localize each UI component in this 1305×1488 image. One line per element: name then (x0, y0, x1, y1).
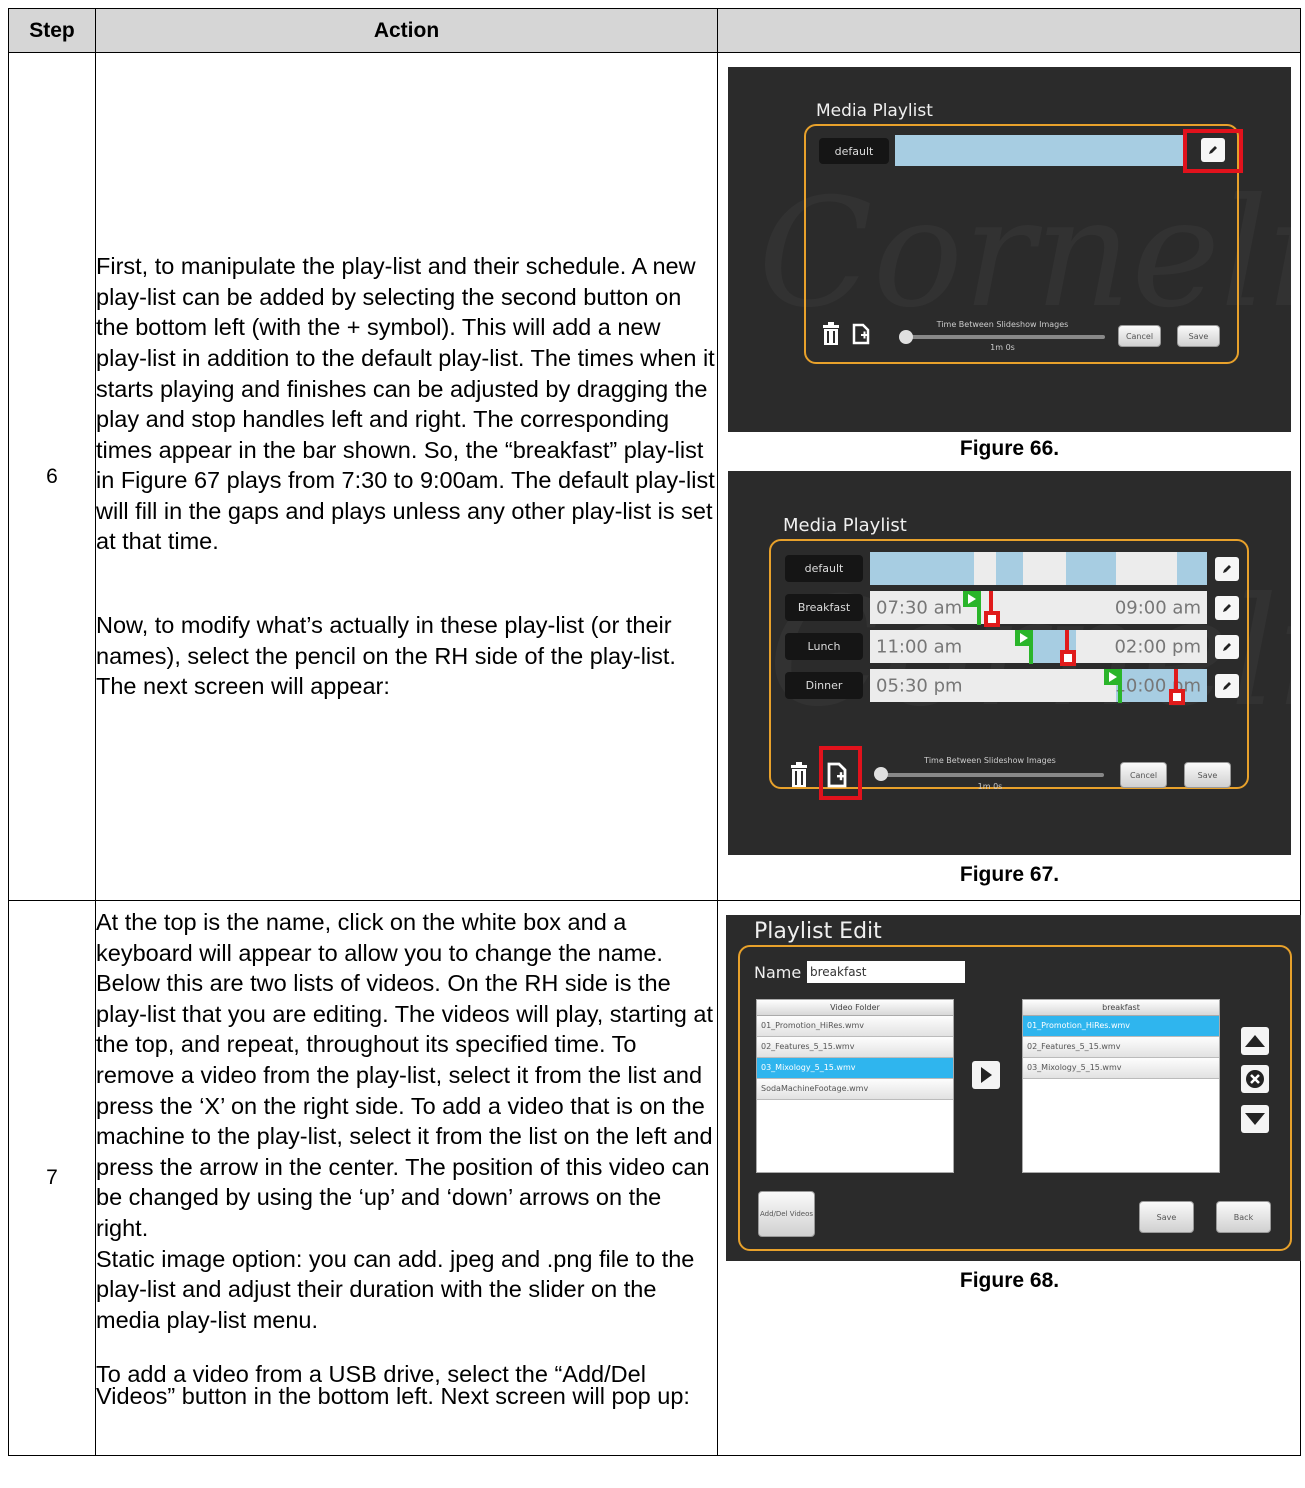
playlist-default-bar[interactable] (895, 135, 1185, 166)
video-folder-list[interactable]: Video Folder 01_Promotion_HiRes.wmv 02_F… (756, 999, 954, 1173)
playlist-default-button[interactable]: default (785, 555, 863, 582)
breakfast-stop-handle[interactable] (982, 587, 1012, 633)
trash-icon[interactable] (820, 321, 842, 347)
save-button[interactable]: Save (1139, 1201, 1194, 1233)
video-folder-header: Video Folder (757, 1000, 953, 1016)
add-to-playlist-arrow-icon[interactable] (972, 1061, 1000, 1089)
slider-value: 1m 0s (990, 343, 1015, 352)
list-item[interactable]: 03_Mixology_5_15.wmv (1023, 1058, 1219, 1079)
remove-x-icon[interactable] (1241, 1065, 1269, 1093)
new-playlist-icon[interactable] (850, 322, 872, 346)
list-item[interactable]: 01_Promotion_HiRes.wmv (757, 1016, 953, 1037)
slideshow-slider-track[interactable] (900, 335, 1105, 339)
pencil-icon[interactable] (1215, 674, 1239, 698)
name-label: Name (754, 963, 802, 982)
list-item[interactable]: SodaMachineFootage.wmv (757, 1079, 953, 1100)
playlist-dinner-bar[interactable]: 05:30 pm 10:00 pm (870, 669, 1207, 702)
playlist-dinner-button[interactable]: Dinner (785, 672, 863, 699)
playlist-breakfast-bar[interactable]: 07:30 am 09:00 am (870, 591, 1207, 624)
header-step: Step (8, 8, 96, 53)
figure-67-caption: Figure 67. (959, 863, 1060, 886)
slideshow-slider-knob[interactable] (899, 330, 913, 344)
lunch-end-time: 02:00 pm (1114, 636, 1201, 657)
add-del-videos-button[interactable]: Add/Del Videos (758, 1191, 815, 1237)
slideshow-slider-track[interactable] (876, 773, 1104, 777)
step-7-figures: Playlist Edit Name breakfast Video Folde… (717, 900, 1301, 1456)
slider-label: Time Between Slideshow Images (936, 320, 1069, 329)
list-item[interactable]: 03_Mixology_5_15.wmv (757, 1058, 953, 1079)
instruction-table: Step Action 6 First, to manipulate the p… (8, 8, 1301, 1456)
pencil-highlight-box (1183, 129, 1243, 173)
playlist-list-header: breakfast (1023, 1000, 1219, 1016)
playlist-breakfast-button[interactable]: Breakfast (785, 594, 863, 621)
playlist-edit-title: Playlist Edit (754, 919, 882, 944)
cancel-button[interactable]: Cancel (1118, 325, 1161, 347)
dinner-stop-handle[interactable] (1167, 665, 1197, 711)
playlist-lunch-button[interactable]: Lunch (785, 633, 863, 660)
media-playlist-title: Media Playlist (816, 101, 933, 121)
pencil-icon[interactable] (1215, 635, 1239, 659)
trash-icon[interactable] (788, 761, 810, 789)
name-input[interactable]: breakfast (807, 961, 965, 983)
slideshow-slider-knob[interactable] (874, 767, 888, 781)
new-playlist-highlight-box (819, 746, 862, 800)
figure-66-caption: Figure 66. (959, 437, 1060, 460)
move-down-arrow-icon[interactable] (1241, 1105, 1269, 1133)
cancel-button[interactable]: Cancel (1120, 762, 1167, 788)
lunch-stop-handle[interactable] (1058, 626, 1088, 672)
figure-68-caption: Figure 68. (959, 1269, 1060, 1292)
step-7-paragraph-1: At the top is the name, click on the whi… (96, 909, 713, 1241)
step-7-action: At the top is the name, click on the whi… (95, 900, 718, 1456)
step-6-paragraph-2: Now, to modify what’s actually in these … (96, 612, 676, 700)
breakfast-end-time: 09:00 am (1114, 597, 1201, 618)
step-7-paragraph-3: To add a video from a USB drive, select … (96, 1361, 690, 1410)
lunch-start-time: 11:00 am (876, 636, 963, 657)
save-button[interactable]: Save (1184, 762, 1231, 788)
back-button[interactable]: Back (1216, 1201, 1271, 1233)
step-6-paragraph-1: First, to manipulate the play-list and t… (96, 253, 715, 555)
pencil-icon[interactable] (1215, 557, 1239, 581)
lunch-play-handle[interactable] (1014, 626, 1044, 668)
figure-68-screenshot: Playlist Edit Name breakfast Video Folde… (726, 915, 1301, 1261)
pencil-icon[interactable] (1215, 596, 1239, 620)
media-playlist-title: Media Playlist (783, 515, 907, 536)
list-item[interactable]: 01_Promotion_HiRes.wmv (1023, 1016, 1219, 1037)
step-number: 6 (8, 52, 96, 901)
figure-66-screenshot: Cornelius Media Playlist default (728, 67, 1291, 432)
playlist-default-button[interactable]: default (819, 138, 889, 164)
slider-value: 1m 0s (977, 782, 1003, 791)
step-number: 7 (8, 900, 96, 1456)
dinner-play-handle[interactable] (1103, 665, 1133, 707)
dinner-start-time: 05:30 pm (876, 675, 963, 696)
playlist-video-list[interactable]: breakfast 01_Promotion_HiRes.wmv 02_Feat… (1022, 999, 1220, 1173)
step-7-paragraph-2: Static image option: you can add. jpeg a… (96, 1245, 695, 1333)
header-figure (717, 8, 1301, 53)
step-6-action: First, to manipulate the play-list and t… (95, 52, 718, 901)
figure-67-screenshot: Cornelius Media Playlist default (728, 471, 1291, 855)
list-item[interactable]: 02_Features_5_15.wmv (757, 1037, 953, 1058)
slider-label: Time Between Slideshow Images (924, 756, 1056, 765)
list-item[interactable]: 02_Features_5_15.wmv (1023, 1037, 1219, 1058)
playlist-default-bar[interactable] (870, 552, 1207, 585)
step-6-figures: Cornelius Media Playlist default (717, 52, 1301, 901)
move-up-arrow-icon[interactable] (1241, 1027, 1269, 1055)
save-button[interactable]: Save (1177, 325, 1220, 347)
breakfast-start-time: 07:30 am (876, 597, 963, 618)
header-action: Action (95, 8, 718, 53)
